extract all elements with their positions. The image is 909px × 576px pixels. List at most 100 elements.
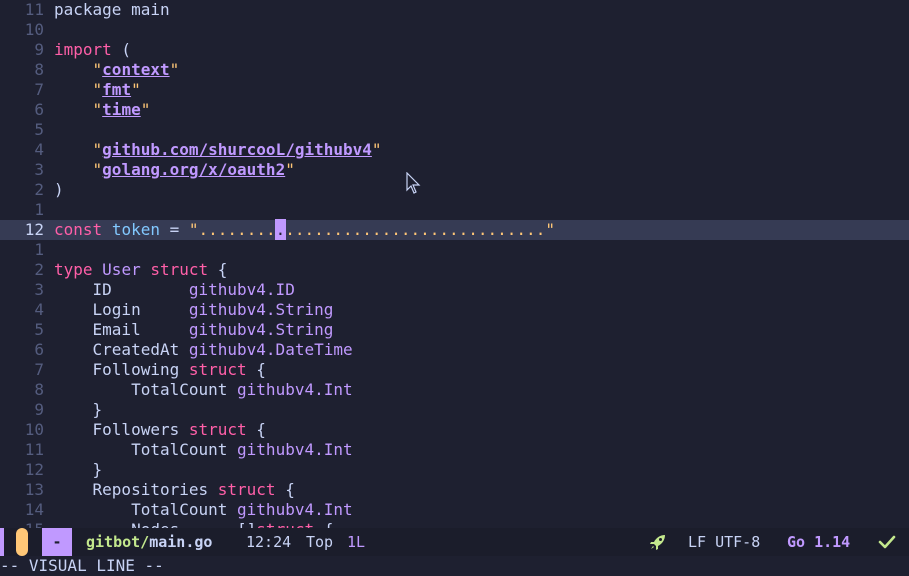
code-token: Email [54, 320, 189, 339]
mode-indicator-bar [0, 528, 4, 556]
line-code: ID githubv4.ID [54, 280, 295, 300]
code-token: struct [217, 480, 276, 499]
code-line[interactable]: 1 [0, 240, 909, 260]
code-line[interactable]: 6 CreatedAt githubv4.DateTime [0, 340, 909, 360]
code-line[interactable]: 3 "golang.org/x/oauth2" [0, 160, 909, 180]
line-code: import ( [54, 40, 131, 60]
selection-count: 1L [347, 533, 366, 551]
code-token: githubv4.Int [237, 440, 353, 459]
code-token: github.com/shurcooL/githubv4 [102, 140, 372, 159]
code-line[interactable]: 8 "context" [0, 60, 909, 80]
line-code: TotalCount githubv4.Int [54, 500, 353, 520]
line-code: TotalCount githubv4.Int [54, 380, 353, 400]
code-token: token [111, 220, 160, 239]
code-line[interactable]: 5 [0, 120, 909, 140]
code-token: " [54, 140, 103, 159]
code-editor[interactable]: 11 package main 10 9 import (8 "context" 7 "f… [0, 0, 909, 528]
code-token: ) [54, 180, 64, 199]
line-number: 12 [24, 220, 44, 239]
code-line[interactable]: 10 [0, 20, 909, 40]
code-token: Following [54, 360, 189, 379]
line-number: 4 [34, 140, 44, 159]
file-name: main.go [149, 533, 213, 551]
code-token: " [131, 80, 141, 99]
code-token: githubv4.DateTime [188, 340, 353, 359]
line-code: Repositories struct { [54, 480, 295, 500]
current-code-line[interactable]: 12 const token = ".......................… [0, 219, 909, 240]
line-number: 15 [0, 520, 44, 528]
line-code: TotalCount githubv4.Int [54, 440, 353, 460]
code-line[interactable]: 5 Email githubv4.String [0, 320, 909, 340]
file-dir: gitbot/ [86, 533, 150, 551]
line-number: 7 [34, 80, 44, 99]
code-line[interactable]: 11 TotalCount githubv4.Int [0, 440, 909, 460]
code-token: { [275, 480, 295, 499]
code-token: ( [111, 40, 132, 59]
code-line[interactable]: 4 Login githubv4.String [0, 300, 909, 320]
code-line[interactable]: 11 package main [0, 0, 909, 20]
file-path[interactable]: gitbot/main.go [86, 528, 212, 556]
code-line[interactable]: 14 TotalCount githubv4.Int [0, 500, 909, 520]
line-number: 11 [24, 0, 44, 19]
code-line[interactable]: 7 "fmt" [0, 80, 909, 100]
code-token: githubv4.String [188, 320, 334, 339]
code-line[interactable]: 15 Nodes []struct { [0, 520, 909, 528]
code-line[interactable]: 13 Repositories struct { [0, 480, 909, 500]
line-code: ) [54, 180, 64, 200]
code-token: User [102, 260, 141, 279]
code-token: " [371, 140, 382, 159]
code-line[interactable]: 9 } [0, 400, 909, 420]
line-code: Followers struct { [54, 420, 266, 440]
line-code: "github.com/shurcooL/githubv4" [54, 140, 382, 160]
code-line[interactable]: 2) [0, 180, 909, 200]
code-line[interactable]: 3 ID githubv4.ID [0, 280, 909, 300]
code-token: { [208, 260, 228, 279]
code-line[interactable]: 12 } [0, 460, 909, 480]
status-line: - gitbot/main.go 12:24 Top 1L LF UTF-8 G… [0, 528, 909, 556]
code-line[interactable]: 7 Following struct { [0, 360, 909, 380]
check-icon [878, 535, 896, 549]
mouse-cursor-icon [406, 172, 421, 194]
encoding-info[interactable]: LF UTF-8 [688, 528, 760, 556]
line-number: 5 [34, 320, 44, 339]
line-code: Login githubv4.String [54, 300, 334, 320]
code-line[interactable]: 4 "github.com/shurcooL/githubv4" [0, 140, 909, 160]
line-number: 4 [34, 300, 44, 319]
code-line[interactable]: 9 import ( [0, 40, 909, 60]
rocket-icon [650, 535, 665, 550]
code-token: struct [188, 360, 247, 379]
line-number: 1 [34, 240, 44, 259]
line-number: 6 [34, 340, 44, 359]
code-token: githubv4.Int [237, 500, 353, 519]
code-token: ..........................." [285, 220, 555, 239]
code-line[interactable]: 8 TotalCount githubv4.Int [0, 380, 909, 400]
language-version[interactable]: Go 1.14 [787, 528, 850, 556]
line-number: 1 [34, 200, 44, 219]
code-token: struct [256, 520, 314, 528]
code-token: " [54, 160, 103, 179]
line-number: 9 [34, 40, 44, 59]
code-token: ID [54, 280, 189, 299]
mode-badge: - [42, 528, 72, 556]
line-code: const token = ".........................… [54, 219, 555, 240]
line-number: 2 [34, 260, 44, 279]
code-token: struct [150, 260, 209, 279]
line-code: CreatedAt githubv4.DateTime [54, 340, 353, 360]
code-line[interactable]: 6 "time" [0, 100, 909, 120]
code-line[interactable]: 10 Followers struct { [0, 420, 909, 440]
code-line[interactable]: 1 [0, 200, 909, 220]
code-token: githubv4.ID [188, 280, 295, 299]
code-line[interactable]: 2 type User struct { [0, 260, 909, 280]
line-number: 8 [34, 380, 44, 399]
line-number: 5 [34, 120, 44, 139]
line-code: } [54, 460, 103, 480]
line-code: "context" [54, 60, 180, 80]
code-token: { [314, 520, 334, 528]
code-token: " [285, 160, 295, 179]
code-token: " [140, 100, 151, 119]
code-token: golang.org/x/oauth2 [102, 160, 286, 179]
code-token: Followers [54, 420, 189, 439]
command-line[interactable]: -- VISUAL LINE -- [0, 556, 909, 576]
code-token: } [54, 400, 103, 419]
line-number: 12 [24, 460, 44, 479]
